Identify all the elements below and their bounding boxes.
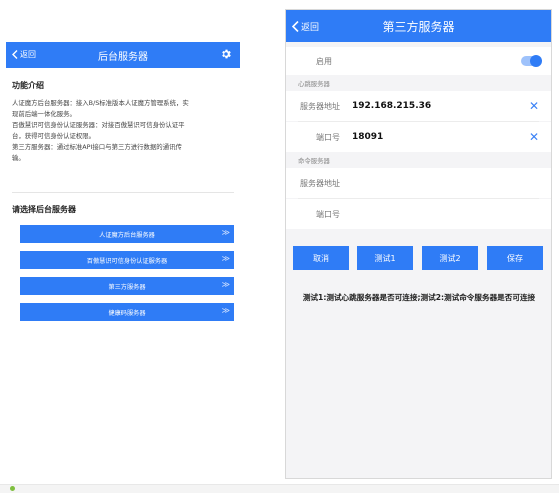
double-chevron-icon: ≫ bbox=[221, 280, 231, 289]
intro-line: 现前后端一体化服务。 bbox=[12, 110, 76, 118]
heartbeat-group-label: 心跳服务器 bbox=[298, 80, 330, 88]
left-page-title: 后台服务器 bbox=[98, 52, 148, 63]
intro-line: 输。 bbox=[12, 154, 25, 162]
right-page-title: 第三方服务器 bbox=[382, 20, 455, 34]
clear-icon[interactable]: ✕ bbox=[529, 99, 539, 113]
toggle-knob bbox=[530, 55, 542, 67]
clear-icon[interactable]: ✕ bbox=[529, 130, 539, 144]
enable-row: 启用 bbox=[286, 47, 551, 75]
heartbeat-address-label: 服务器地址 bbox=[300, 101, 340, 111]
enable-label: 启用 bbox=[316, 56, 332, 66]
command-group-label: 命令服务器 bbox=[298, 157, 330, 165]
server-button-baiao[interactable]: 百傲慧识可信身份认证服务器 ≫ bbox=[20, 251, 234, 269]
heartbeat-address-field[interactable]: 192.168.215.36 bbox=[352, 101, 431, 111]
button-label: 百傲慧识可信身份认证服务器 bbox=[86, 257, 168, 265]
command-port-field[interactable] bbox=[352, 206, 512, 222]
heartbeat-port-row: 端口号 18091 ✕ bbox=[286, 122, 551, 152]
command-port-label: 端口号 bbox=[316, 209, 340, 219]
right-screen: 返回 第三方服务器 启用 心跳服务器 服务器地址 192.168.215.36 … bbox=[285, 9, 552, 479]
intro-line: 台，获得可信身份认证权限。 bbox=[12, 132, 96, 140]
cancel-button[interactable]: 取消 bbox=[293, 246, 349, 270]
double-chevron-icon: ≫ bbox=[221, 254, 231, 263]
server-button-health-code[interactable]: 健康码服务器 ≫ bbox=[20, 303, 234, 321]
heartbeat-port-label: 端口号 bbox=[316, 132, 340, 142]
command-address-field[interactable] bbox=[352, 175, 512, 191]
server-button-renzheng[interactable]: 人证魔方后台服务器 ≫ bbox=[20, 225, 234, 243]
enable-toggle[interactable] bbox=[521, 55, 542, 67]
test2-button[interactable]: 测试2 bbox=[422, 246, 478, 270]
select-heading: 请选择后台服务器 bbox=[12, 205, 76, 214]
right-nav-bar: 返回 第三方服务器 bbox=[286, 10, 551, 42]
command-address-row: 服务器地址 bbox=[286, 168, 551, 198]
double-chevron-icon: ≫ bbox=[221, 306, 231, 315]
test-note: 测试1:测试心跳服务器是否可连接;测试2:测试命令服务器是否可连接 bbox=[302, 293, 536, 302]
button-label: 健康码服务器 bbox=[108, 309, 146, 317]
test1-button[interactable]: 测试1 bbox=[357, 246, 413, 270]
intro-text: 人证魔方后台服务器：接入B/S标准版本人证魔方管理系统，实 现前后端一体化服务。… bbox=[6, 98, 240, 164]
left-screen: 返回 后台服务器 功能介绍 人证魔方后台服务器：接入B/S标准版本人证魔方管理系… bbox=[6, 42, 240, 448]
server-button-third-party[interactable]: 第三方服务器 ≫ bbox=[20, 277, 234, 295]
double-chevron-icon: ≫ bbox=[221, 228, 231, 237]
intro-line: 第三方服务器：通过标准API接口与第三方进行数据的通讯传 bbox=[12, 143, 182, 151]
heartbeat-port-field[interactable]: 18091 bbox=[352, 132, 383, 142]
heartbeat-address-row: 服务器地址 192.168.215.36 ✕ bbox=[286, 91, 551, 121]
intro-heading: 功能介绍 bbox=[12, 81, 44, 90]
divider bbox=[12, 192, 234, 193]
command-address-label: 服务器地址 bbox=[300, 178, 340, 188]
button-label: 第三方服务器 bbox=[108, 283, 146, 291]
intro-line: 百傲慧识可信身份认证服务器：对接百傲慧识可信身份认证平 bbox=[12, 121, 185, 129]
gear-icon[interactable] bbox=[220, 48, 232, 60]
command-port-row: 端口号 bbox=[286, 199, 551, 229]
save-button[interactable]: 保存 bbox=[487, 246, 543, 270]
intro-line: 人证魔方后台服务器：接入B/S标准版本人证魔方管理系统，实 bbox=[12, 99, 189, 107]
bottom-scrollbar bbox=[0, 484, 559, 493]
left-nav-bar: 返回 后台服务器 bbox=[6, 42, 240, 68]
status-dot-icon bbox=[10, 486, 15, 491]
button-label: 人证魔方后台服务器 bbox=[99, 231, 155, 239]
